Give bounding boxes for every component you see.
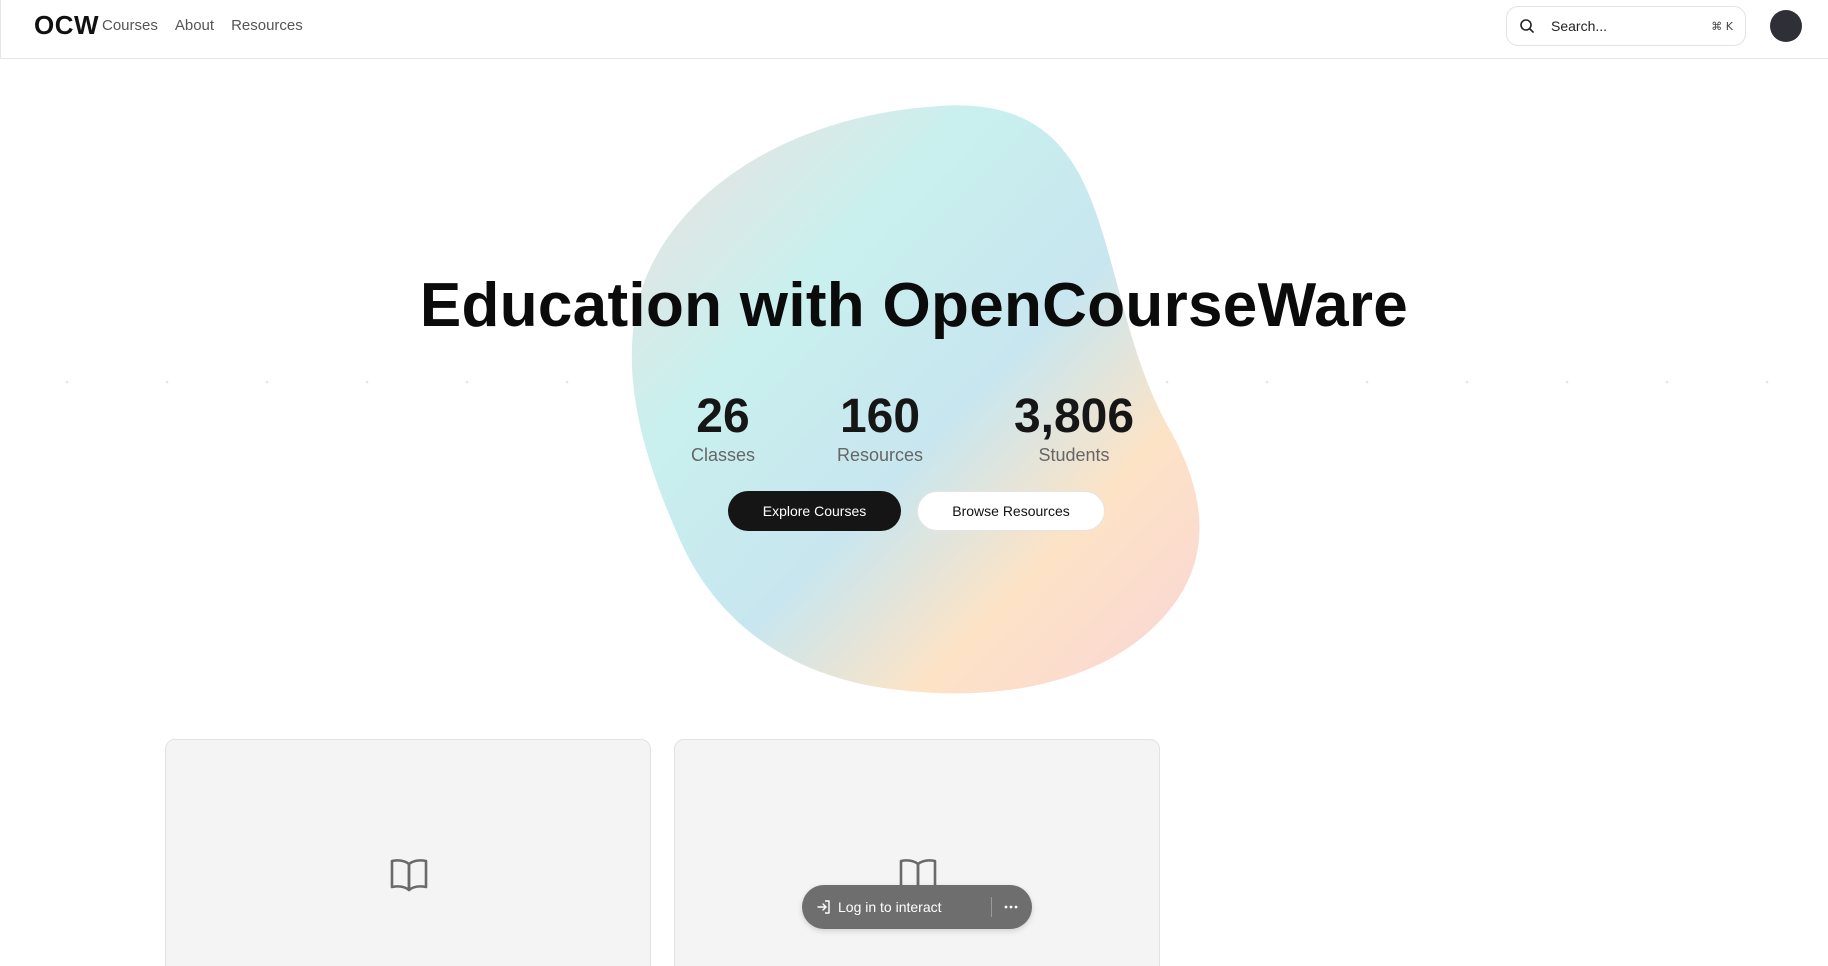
stat-label: Students (1038, 445, 1110, 465)
nav-link-courses[interactable]: Courses (102, 17, 158, 34)
site-logo[interactable]: OCW (34, 10, 99, 41)
search-shortcut-hint: ⌘ K (1711, 19, 1733, 33)
stat-resources: 160 Resources (820, 393, 940, 466)
book-open-icon (389, 857, 429, 893)
login-to-interact-link[interactable]: Log in to interact (838, 899, 942, 915)
course-card[interactable] (674, 739, 1160, 966)
stat-value: 26 (696, 390, 750, 443)
top-nav-bar: OCW Courses About Resources ⌘ K (0, 0, 1828, 59)
explore-courses-button[interactable]: Explore Courses (728, 491, 901, 531)
hero-title: Education with OpenCourseWare (419, 271, 1409, 340)
search-icon (1519, 18, 1535, 34)
search-box[interactable]: ⌘ K (1506, 6, 1746, 46)
stat-label: Classes (690, 445, 756, 465)
login-prompt-bar: Log in to interact (802, 885, 1032, 929)
stat-value: 3,806 (1013, 390, 1135, 443)
log-in-icon (816, 899, 832, 915)
nav-link-resources[interactable]: Resources (231, 17, 303, 34)
search-input[interactable] (1549, 17, 1709, 35)
main-nav: Courses About Resources (102, 17, 303, 34)
page: OCW Courses About Resources ⌘ K (0, 0, 1828, 966)
user-avatar[interactable] (1770, 10, 1802, 42)
stat-classes: 26 Classes (660, 393, 786, 466)
stat-students: 3,806 Students (995, 393, 1153, 466)
course-card[interactable] (165, 739, 651, 966)
stat-label: Resources (836, 445, 924, 465)
browse-resources-button[interactable]: Browse Resources (917, 491, 1105, 531)
pill-divider (991, 897, 992, 917)
stat-value: 160 (839, 390, 921, 443)
nav-link-about[interactable]: About (175, 17, 214, 34)
more-horizontal-icon[interactable] (1000, 896, 1022, 918)
